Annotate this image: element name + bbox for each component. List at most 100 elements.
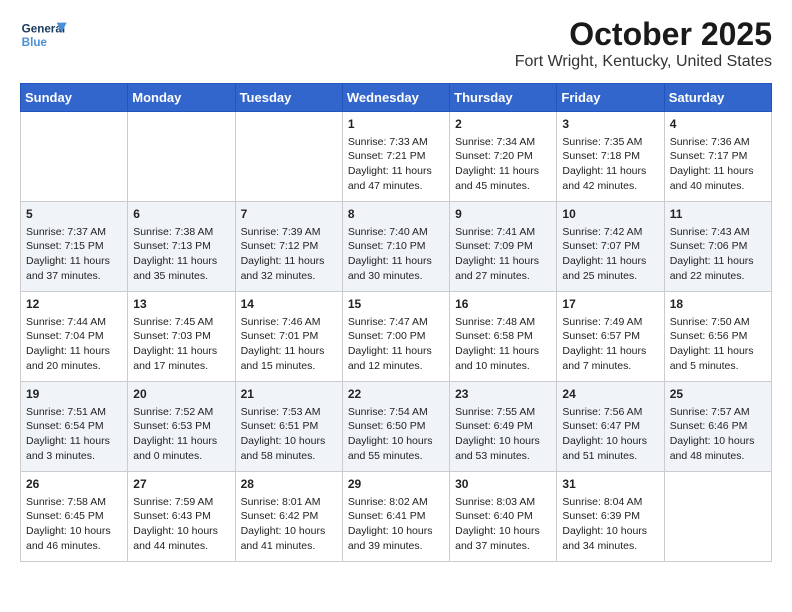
day-info: Daylight: 10 hours [133, 524, 229, 539]
day-info: Sunset: 6:46 PM [670, 419, 766, 434]
calendar-cell: 6Sunrise: 7:38 AMSunset: 7:13 PMDaylight… [128, 202, 235, 292]
day-info: and 22 minutes. [670, 269, 766, 284]
day-info: Daylight: 10 hours [562, 524, 658, 539]
day-info: Sunrise: 8:03 AM [455, 495, 551, 510]
day-info: Sunset: 6:39 PM [562, 509, 658, 524]
day-info: Sunset: 7:18 PM [562, 149, 658, 164]
day-info: and 44 minutes. [133, 539, 229, 554]
day-info: Daylight: 10 hours [562, 434, 658, 449]
location-title: Fort Wright, Kentucky, United States [515, 53, 772, 71]
weekday-header-thursday: Thursday [450, 84, 557, 112]
calendar-cell: 19Sunrise: 7:51 AMSunset: 6:54 PMDayligh… [21, 382, 128, 472]
day-info: and 3 minutes. [26, 449, 122, 464]
day-info: and 12 minutes. [348, 359, 444, 374]
calendar-cell [235, 112, 342, 202]
day-info: Daylight: 10 hours [455, 434, 551, 449]
day-info: Daylight: 11 hours [348, 164, 444, 179]
day-info: Daylight: 11 hours [133, 344, 229, 359]
day-info: Sunrise: 7:56 AM [562, 405, 658, 420]
weekday-header-friday: Friday [557, 84, 664, 112]
day-info: Daylight: 11 hours [26, 344, 122, 359]
day-info: Daylight: 10 hours [241, 524, 337, 539]
day-info: Sunset: 7:01 PM [241, 329, 337, 344]
day-info: Sunset: 7:06 PM [670, 239, 766, 254]
day-info: Sunrise: 7:53 AM [241, 405, 337, 420]
day-number: 13 [133, 296, 229, 313]
day-number: 22 [348, 386, 444, 403]
day-info: Sunset: 6:56 PM [670, 329, 766, 344]
day-info: Sunset: 7:21 PM [348, 149, 444, 164]
day-info: Daylight: 10 hours [670, 434, 766, 449]
day-info: Sunset: 6:51 PM [241, 419, 337, 434]
day-info: and 32 minutes. [241, 269, 337, 284]
weekday-header-wednesday: Wednesday [342, 84, 449, 112]
day-number: 4 [670, 116, 766, 133]
day-number: 2 [455, 116, 551, 133]
day-info: and 15 minutes. [241, 359, 337, 374]
day-info: Sunrise: 7:43 AM [670, 225, 766, 240]
day-info: Sunrise: 7:42 AM [562, 225, 658, 240]
day-info: Sunset: 6:42 PM [241, 509, 337, 524]
calendar-cell: 15Sunrise: 7:47 AMSunset: 7:00 PMDayligh… [342, 292, 449, 382]
day-number: 27 [133, 476, 229, 493]
day-info: Sunrise: 7:59 AM [133, 495, 229, 510]
weekday-header-sunday: Sunday [21, 84, 128, 112]
calendar-cell: 24Sunrise: 7:56 AMSunset: 6:47 PMDayligh… [557, 382, 664, 472]
weekday-header-row: SundayMondayTuesdayWednesdayThursdayFrid… [21, 84, 772, 112]
calendar-cell [21, 112, 128, 202]
day-number: 19 [26, 386, 122, 403]
page-header: General Blue October 2025 Fort Wright, K… [20, 16, 772, 71]
day-info: and 25 minutes. [562, 269, 658, 284]
day-info: Sunset: 7:03 PM [133, 329, 229, 344]
day-info: and 46 minutes. [26, 539, 122, 554]
week-row-1: 1Sunrise: 7:33 AMSunset: 7:21 PMDaylight… [21, 112, 772, 202]
day-info: Daylight: 11 hours [348, 254, 444, 269]
calendar-cell: 12Sunrise: 7:44 AMSunset: 7:04 PMDayligh… [21, 292, 128, 382]
day-info: Sunset: 7:00 PM [348, 329, 444, 344]
day-info: Sunrise: 7:47 AM [348, 315, 444, 330]
day-number: 31 [562, 476, 658, 493]
calendar-cell: 14Sunrise: 7:46 AMSunset: 7:01 PMDayligh… [235, 292, 342, 382]
day-info: Daylight: 11 hours [455, 344, 551, 359]
day-info: Sunrise: 7:38 AM [133, 225, 229, 240]
calendar-cell: 1Sunrise: 7:33 AMSunset: 7:21 PMDaylight… [342, 112, 449, 202]
calendar-cell: 23Sunrise: 7:55 AMSunset: 6:49 PMDayligh… [450, 382, 557, 472]
day-info: Daylight: 11 hours [670, 164, 766, 179]
day-info: Sunset: 6:43 PM [133, 509, 229, 524]
week-row-4: 19Sunrise: 7:51 AMSunset: 6:54 PMDayligh… [21, 382, 772, 472]
calendar-cell: 25Sunrise: 7:57 AMSunset: 6:46 PMDayligh… [664, 382, 771, 472]
day-info: Sunrise: 7:54 AM [348, 405, 444, 420]
day-info: Daylight: 10 hours [348, 434, 444, 449]
month-title: October 2025 [515, 16, 772, 53]
day-info: Daylight: 11 hours [26, 434, 122, 449]
day-info: and 20 minutes. [26, 359, 122, 374]
day-info: Sunrise: 7:33 AM [348, 135, 444, 150]
day-info: Sunrise: 7:40 AM [348, 225, 444, 240]
day-info: and 51 minutes. [562, 449, 658, 464]
day-info: Sunset: 6:47 PM [562, 419, 658, 434]
calendar-cell: 20Sunrise: 7:52 AMSunset: 6:53 PMDayligh… [128, 382, 235, 472]
day-info: Daylight: 11 hours [562, 164, 658, 179]
day-info: Daylight: 11 hours [455, 164, 551, 179]
calendar-cell: 28Sunrise: 8:01 AMSunset: 6:42 PMDayligh… [235, 472, 342, 562]
day-info: Sunset: 7:20 PM [455, 149, 551, 164]
day-info: and 30 minutes. [348, 269, 444, 284]
day-info: Sunrise: 7:58 AM [26, 495, 122, 510]
day-info: Sunrise: 7:35 AM [562, 135, 658, 150]
day-info: Sunset: 7:13 PM [133, 239, 229, 254]
day-info: and 37 minutes. [26, 269, 122, 284]
day-info: Daylight: 11 hours [455, 254, 551, 269]
day-info: and 47 minutes. [348, 179, 444, 194]
day-info: Sunrise: 8:01 AM [241, 495, 337, 510]
day-info: Daylight: 11 hours [133, 434, 229, 449]
calendar-cell: 22Sunrise: 7:54 AMSunset: 6:50 PMDayligh… [342, 382, 449, 472]
logo-icon: General Blue [20, 16, 70, 56]
day-info: Sunset: 7:10 PM [348, 239, 444, 254]
day-info: Sunset: 6:53 PM [133, 419, 229, 434]
day-info: and 41 minutes. [241, 539, 337, 554]
day-info: Sunset: 7:07 PM [562, 239, 658, 254]
day-info: Sunset: 7:04 PM [26, 329, 122, 344]
day-info: Sunrise: 7:49 AM [562, 315, 658, 330]
day-info: Sunrise: 7:39 AM [241, 225, 337, 240]
day-info: Daylight: 11 hours [562, 344, 658, 359]
